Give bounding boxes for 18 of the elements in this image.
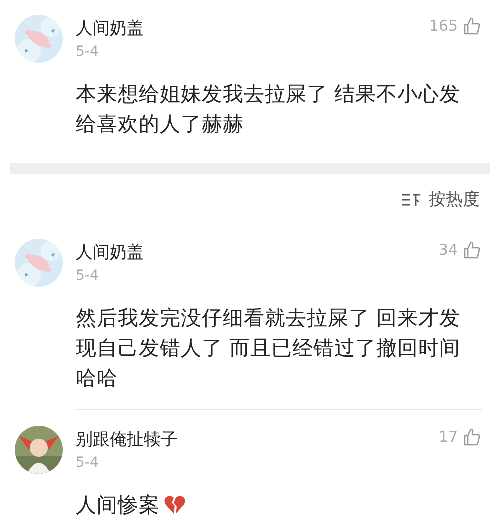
like-count: 17 <box>438 428 458 446</box>
comment-text: 人间惨案 <box>76 492 160 517</box>
comment-text: 然后我发完没仔细看就去拉屎了 回来才发现自己发错人了 而且已经错过了撤回时间哈哈 <box>76 305 462 392</box>
comment-date: 5-4 <box>76 454 100 472</box>
user-name[interactable]: 人间奶盖 <box>76 17 144 41</box>
like-count: 165 <box>429 17 458 35</box>
broken-heart-icon <box>164 495 186 515</box>
thumbs-up-icon[interactable] <box>463 17 481 35</box>
thumbs-up-icon[interactable] <box>463 241 481 259</box>
comment-date: 5-4 <box>76 267 100 285</box>
comment-date: 5-4 <box>76 43 100 61</box>
like-count: 34 <box>438 241 458 259</box>
comment-text: 本来想给姐妹发我去拉屎了 结果不小心发给喜欢的人了赫赫 <box>76 81 462 138</box>
sort-button[interactable]: 按热度 <box>401 188 480 211</box>
user-name[interactable]: 人间奶盖 <box>76 241 144 265</box>
sort-icon <box>401 192 421 206</box>
user-name[interactable]: 别跟俺扯犊子 <box>76 428 178 452</box>
thumbs-up-icon[interactable] <box>463 428 481 446</box>
